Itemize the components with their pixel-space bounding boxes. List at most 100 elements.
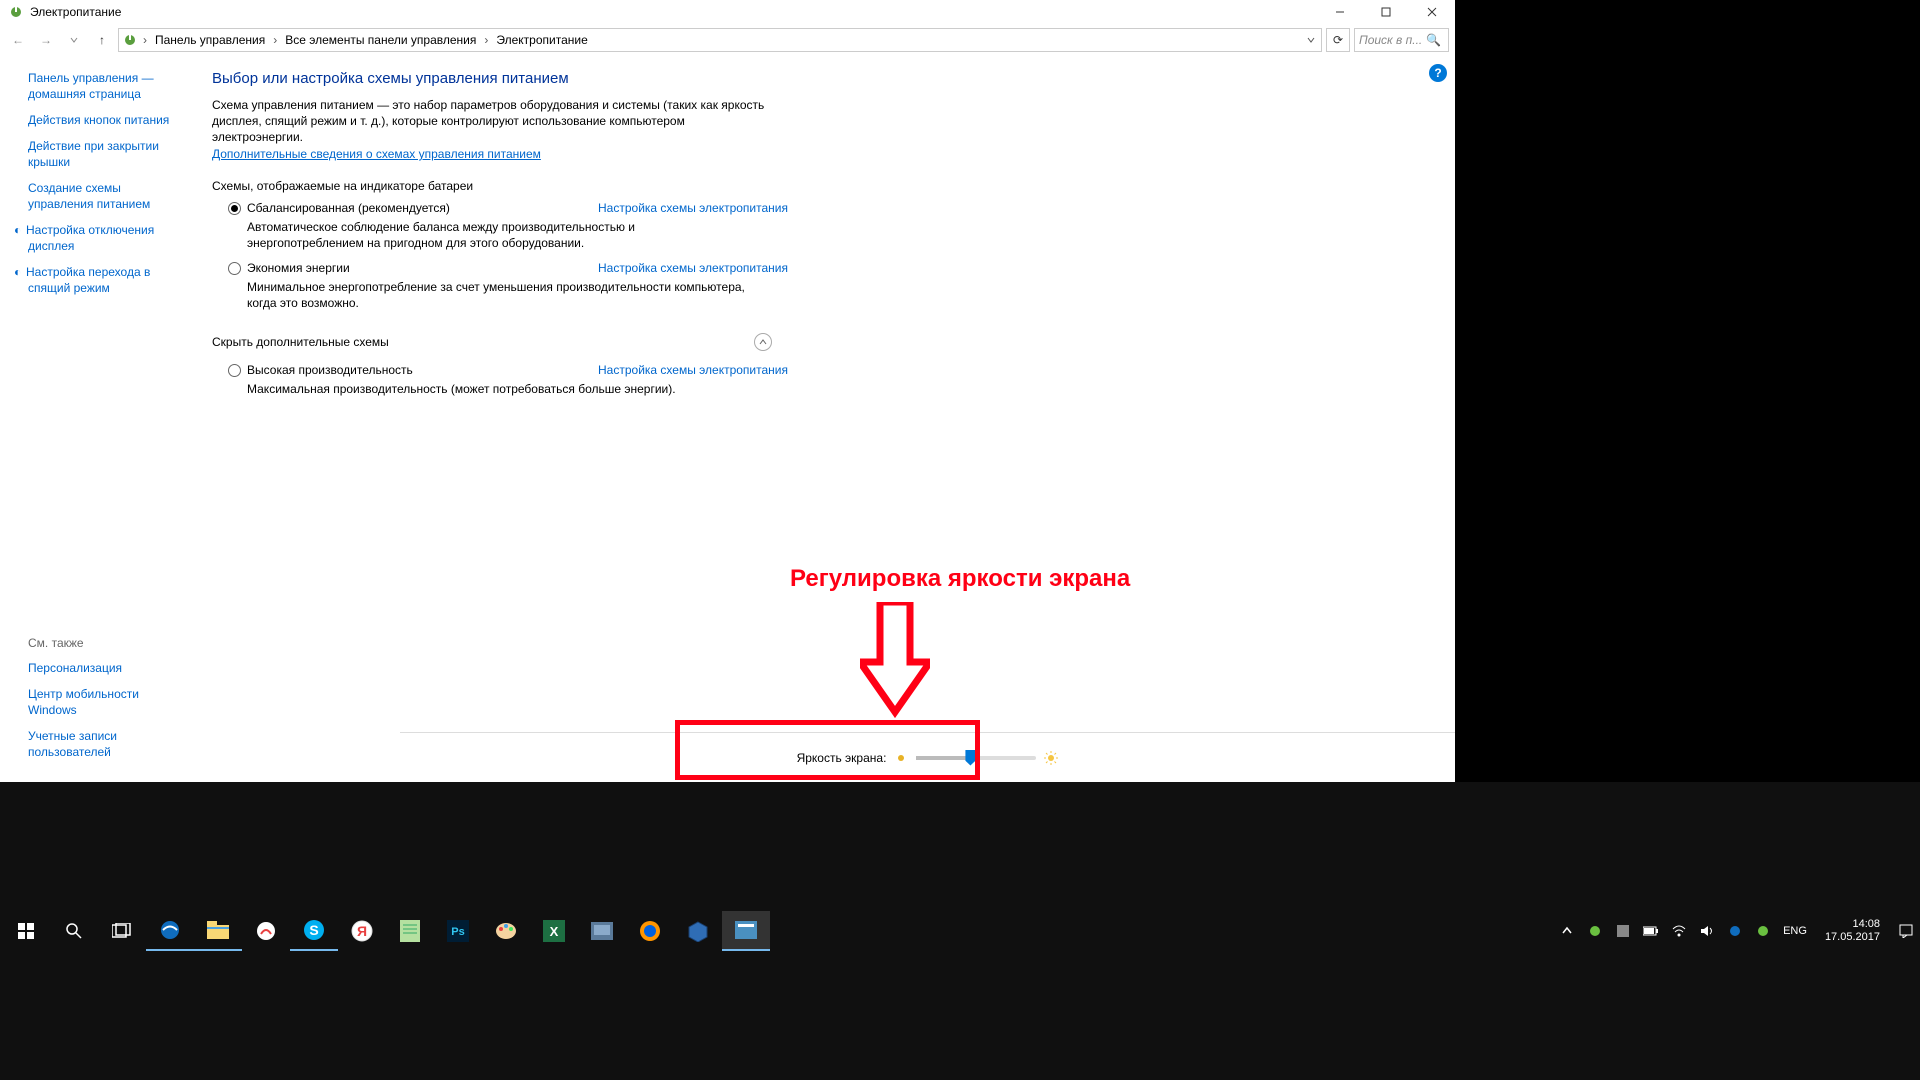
brightness-high-icon (1044, 751, 1058, 765)
sidebar-link-sleep[interactable]: ◐Настройка перехода в спящий режим (28, 264, 188, 296)
collapse-icon[interactable] (754, 333, 772, 351)
maximize-button[interactable] (1363, 0, 1409, 24)
chevron-right-icon: › (141, 33, 149, 47)
refresh-button[interactable]: ⟳ (1326, 28, 1350, 52)
annotation-text: Регулировка яркости экрана (790, 565, 1130, 593)
svg-text:S: S (309, 922, 318, 938)
minimize-button[interactable] (1317, 0, 1363, 24)
taskbar-app-edge[interactable] (146, 911, 194, 951)
tray-wifi-icon[interactable] (1671, 923, 1687, 939)
help-icon[interactable]: ? (1429, 64, 1447, 82)
plan-settings-link[interactable]: Настройка схемы электропитания (598, 201, 788, 215)
sidebar-link-home[interactable]: Панель управления — домашняя страница (28, 70, 188, 102)
sidebar-link-power-buttons[interactable]: Действия кнопок питания (28, 112, 188, 128)
taskbar-app-current[interactable] (722, 911, 770, 951)
bullet-icon: ◐ (14, 222, 26, 238)
breadcrumb-item[interactable]: Электропитание (492, 33, 591, 47)
plan-name[interactable]: Экономия энергии (247, 261, 350, 275)
hide-additional-row: Скрыть дополнительные схемы (212, 333, 772, 351)
svg-text:X: X (550, 924, 559, 939)
taskbar-app-skype[interactable]: S (290, 911, 338, 951)
sidebar: Панель управления — домашняя страница Де… (0, 56, 200, 782)
tray-date: 17.05.2017 (1825, 931, 1880, 944)
breadcrumb-item[interactable]: Все элементы панели управления (281, 33, 480, 47)
tray-chevron-up-icon[interactable] (1559, 923, 1575, 939)
sidebar-link-user-accounts[interactable]: Учетные записи пользователей (28, 728, 188, 760)
taskbar-app-virtualbox[interactable] (674, 911, 722, 951)
svg-text:Я: Я (357, 923, 367, 939)
power-plan-balanced: Сбалансированная (рекомендуется) Настрой… (228, 201, 788, 251)
black-region (1455, 0, 1920, 782)
up-button[interactable]: ↑ (90, 28, 114, 52)
taskbar-app-firefox[interactable] (626, 911, 674, 951)
sidebar-link-create-plan[interactable]: Создание схемы управления питанием (28, 180, 188, 212)
window-title: Электропитание (30, 5, 121, 19)
see-also-heading: См. также (28, 636, 188, 650)
hide-additional-label: Скрыть дополнительные схемы (212, 335, 754, 349)
sidebar-link-display-off[interactable]: ◐Настройка отключения дисплея (28, 222, 188, 254)
history-dropdown-icon[interactable] (1303, 36, 1319, 44)
power-icon (8, 4, 24, 20)
plan-settings-link[interactable]: Настройка схемы электропитания (598, 261, 788, 275)
search-input[interactable]: Поиск в п... 🔍 (1354, 28, 1449, 52)
taskbar-app-photoshop[interactable]: Ps (434, 911, 482, 951)
radio-high-performance[interactable] (228, 364, 241, 377)
plan-description: Максимальная производительность (может п… (247, 381, 747, 397)
radio-balanced[interactable] (228, 202, 241, 215)
task-view-button[interactable] (98, 911, 146, 951)
plan-name[interactable]: Высокая производительность (247, 363, 413, 377)
page-heading: Выбор или настройка схемы управления пит… (212, 70, 1435, 87)
plan-description: Автоматическое соблюдение баланса между … (247, 219, 747, 251)
tray-icon[interactable] (1615, 923, 1631, 939)
start-button[interactable] (2, 911, 50, 951)
taskbar-app-excel[interactable]: X (530, 911, 578, 951)
search-button[interactable] (50, 911, 98, 951)
taskbar-app-explorer[interactable] (194, 911, 242, 951)
plan-description: Минимальное энергопотребление за счет ум… (247, 279, 747, 311)
plan-settings-link[interactable]: Настройка схемы электропитания (598, 363, 788, 377)
control-panel-window: Электропитание ← → ↑ › Панель управления… (0, 0, 1455, 782)
intro-text: Схема управления питанием — это набор па… (212, 97, 772, 145)
taskbar-app-paint[interactable] (482, 911, 530, 951)
plan-name[interactable]: Сбалансированная (рекомендуется) (247, 201, 450, 215)
taskbar-app-generic[interactable] (578, 911, 626, 951)
breadcrumb-bar[interactable]: › Панель управления › Все элементы панел… (118, 28, 1322, 52)
search-icon: 🔍 (1426, 33, 1441, 47)
tray-icon[interactable] (1727, 923, 1743, 939)
taskbar-app-yandex-browser[interactable]: Я (338, 911, 386, 951)
recent-button[interactable] (62, 28, 86, 52)
battery-plans-label: Схемы, отображаемые на индикаторе батаре… (212, 179, 1435, 193)
power-icon (121, 31, 139, 49)
radio-power-saver[interactable] (228, 262, 241, 275)
main-content: ? Выбор или настройка схемы управления п… (200, 56, 1455, 782)
taskbar: S Я Ps X ENG 14:08 17.05.2017 (0, 782, 1920, 1080)
bullet-icon: ◐ (14, 264, 26, 280)
chevron-right-icon: › (482, 33, 490, 47)
tray-time: 14:08 (1825, 918, 1880, 931)
tray-language[interactable]: ENG (1783, 925, 1807, 937)
tray-icon[interactable] (1587, 923, 1603, 939)
back-button[interactable]: ← (6, 28, 30, 52)
sidebar-link-personalization[interactable]: Персонализация (28, 660, 188, 676)
close-button[interactable] (1409, 0, 1455, 24)
tray-notifications-icon[interactable] (1898, 923, 1914, 939)
taskbar-app-yandex-disk[interactable] (242, 911, 290, 951)
tray-battery-icon[interactable] (1643, 923, 1659, 939)
annotation-highlight-box (675, 720, 980, 780)
sidebar-link-lid-close[interactable]: Действие при закрытии крышки (28, 138, 188, 170)
breadcrumb-item[interactable]: Панель управления (151, 33, 269, 47)
power-plan-high-performance: Высокая производительность Настройка схе… (228, 363, 788, 397)
power-plan-saver: Экономия энергии Настройка схемы электро… (228, 261, 788, 311)
taskbar-app-notepad-plus[interactable] (386, 911, 434, 951)
forward-button[interactable]: → (34, 28, 58, 52)
learn-more-link[interactable]: Дополнительные сведения о схемах управле… (212, 147, 541, 161)
sidebar-link-mobility-center[interactable]: Центр мобильности Windows (28, 686, 188, 718)
chevron-right-icon: › (271, 33, 279, 47)
system-tray: ENG 14:08 17.05.2017 (1559, 918, 1918, 944)
annotation-arrow-icon (860, 602, 930, 722)
tray-volume-icon[interactable] (1699, 923, 1715, 939)
tray-icon[interactable] (1755, 923, 1771, 939)
search-placeholder: Поиск в п... (1359, 33, 1422, 47)
tray-clock[interactable]: 14:08 17.05.2017 (1819, 918, 1886, 944)
titlebar: Электропитание (0, 0, 1455, 24)
